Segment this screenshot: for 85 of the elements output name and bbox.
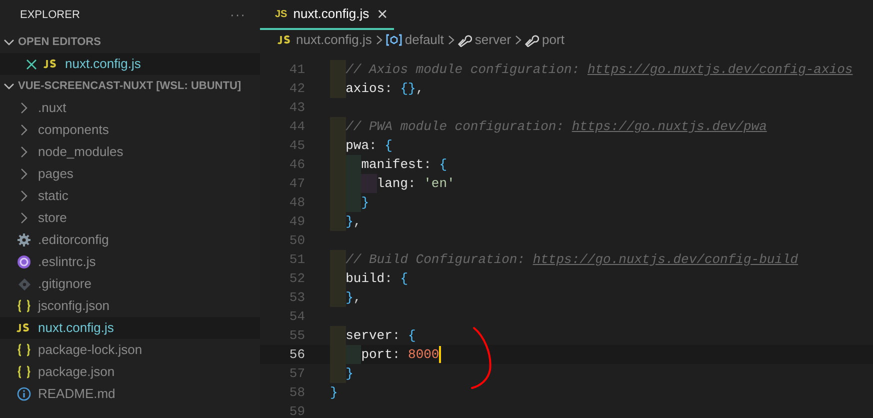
line-number: 57 (288, 364, 305, 383)
section-header[interactable]: VUE-SCREENCAST-NUXT [WSL: UBUNTU] (18, 78, 242, 94)
code-line: port: 8000 (361, 346, 440, 364)
line-number: 50 (288, 232, 305, 250)
file-tree-item[interactable]: .editorconfig (0, 229, 260, 251)
code-line: } (361, 194, 369, 212)
line-number: 58 (288, 384, 305, 402)
code-line: server: { (346, 326, 416, 345)
wrench-icon (525, 33, 540, 47)
file-tree-item[interactable]: README.md (0, 383, 260, 405)
file-tree-item[interactable]: jsconfig.json (0, 295, 260, 317)
file-type-label: JS (275, 8, 288, 22)
code-line: manifest: { (361, 156, 448, 174)
line-number: 44 (288, 118, 305, 136)
sidebar-title: EXPLORER (20, 8, 80, 23)
code-line: }, (346, 288, 362, 307)
code-line: pwa: { (346, 136, 392, 155)
chevron-right-icon (20, 190, 28, 202)
braces-icon (17, 365, 31, 379)
file-tree-item[interactable]: .gitignore (0, 273, 260, 295)
more-actions-button[interactable]: ··· (230, 5, 246, 25)
file-tree-item[interactable]: components (0, 119, 260, 141)
code-line: build: { (346, 270, 408, 288)
chevron-right-icon (376, 35, 383, 45)
line-number: 56 (288, 346, 305, 364)
code-line: // Build Configuration: https://go.nuxtjs.dev/config-build (346, 250, 798, 269)
line-number: 53 (288, 288, 305, 307)
chevron-right-icon (20, 212, 28, 224)
code-line: // PWA module configuration: https://go.nuxtjs.dev/pwa (346, 118, 767, 136)
section-header[interactable]: OPEN EDITORS (18, 34, 101, 50)
chevron-right-icon (20, 146, 28, 158)
line-number: 54 (288, 308, 305, 326)
file-tree-item[interactable]: static (0, 185, 260, 207)
code-line: // Axios module configuration: https://go.nuxtjs.dev/config-axios (346, 60, 853, 79)
breadcrumb-item[interactable]: nuxt.config.js (296, 30, 372, 50)
line-number: 46 (288, 156, 305, 174)
file-tree-item[interactable]: node_modules (0, 141, 260, 163)
line-number: 59 (288, 402, 305, 418)
close-icon[interactable] (26, 58, 37, 70)
wrench-icon (458, 33, 472, 47)
info-icon (17, 387, 31, 401)
line-number: 52 (288, 270, 305, 288)
js-file-icon (43, 59, 59, 69)
diamond-icon (18, 278, 30, 290)
code-line: } (346, 364, 354, 383)
braces-icon (17, 299, 31, 313)
gear-icon (17, 233, 31, 247)
js-file-icon (16, 323, 32, 333)
chevron-right-icon (448, 35, 455, 45)
line-number: 43 (288, 98, 305, 117)
tab-close-button[interactable]: × (377, 5, 388, 23)
file-tree-item[interactable]: package.json (0, 361, 260, 383)
chevron-right-icon (20, 102, 28, 114)
breadcrumb-item[interactable]: default (404, 30, 444, 50)
file-tree-item[interactable]: pages (0, 163, 260, 185)
breadcrumb-item[interactable]: server (474, 30, 512, 50)
code-line: }, (346, 212, 362, 231)
line-number: 45 (288, 136, 305, 155)
file-tree-item[interactable]: .nuxt (0, 97, 260, 119)
code-line: axios: {}, (346, 80, 424, 98)
code-line: lang: 'en' (376, 174, 455, 193)
chevron-right-icon (20, 168, 28, 180)
braces-icon (17, 343, 31, 357)
chevron-right-icon (515, 35, 522, 45)
code-line: } (330, 384, 338, 402)
line-number: 49 (288, 212, 305, 231)
line-number: 55 (288, 326, 305, 345)
tab-label: nuxt.config.js (293, 5, 370, 24)
js-file-icon (277, 35, 293, 45)
line-number: 48 (288, 194, 305, 212)
file-tree-item[interactable]: store (0, 207, 260, 229)
module-icon (386, 34, 402, 46)
ring-icon (17, 255, 31, 269)
chevron-right-icon (20, 124, 28, 136)
text-cursor (439, 346, 442, 363)
file-tree-item[interactable]: .eslintrc.js (0, 251, 260, 273)
file-tree-item[interactable]: nuxt.config.js (0, 53, 260, 75)
line-number: 41 (288, 60, 305, 79)
editor-tab[interactable]: JS nuxt.config.js × (260, 0, 394, 30)
breadcrumb-item[interactable]: port (542, 30, 564, 50)
file-tree-item[interactable]: nuxt.config.js (0, 317, 260, 339)
line-number: 51 (288, 250, 305, 269)
line-number: 42 (288, 80, 305, 98)
file-tree-item[interactable]: package-lock.json (0, 339, 260, 361)
line-number: 47 (288, 174, 305, 193)
